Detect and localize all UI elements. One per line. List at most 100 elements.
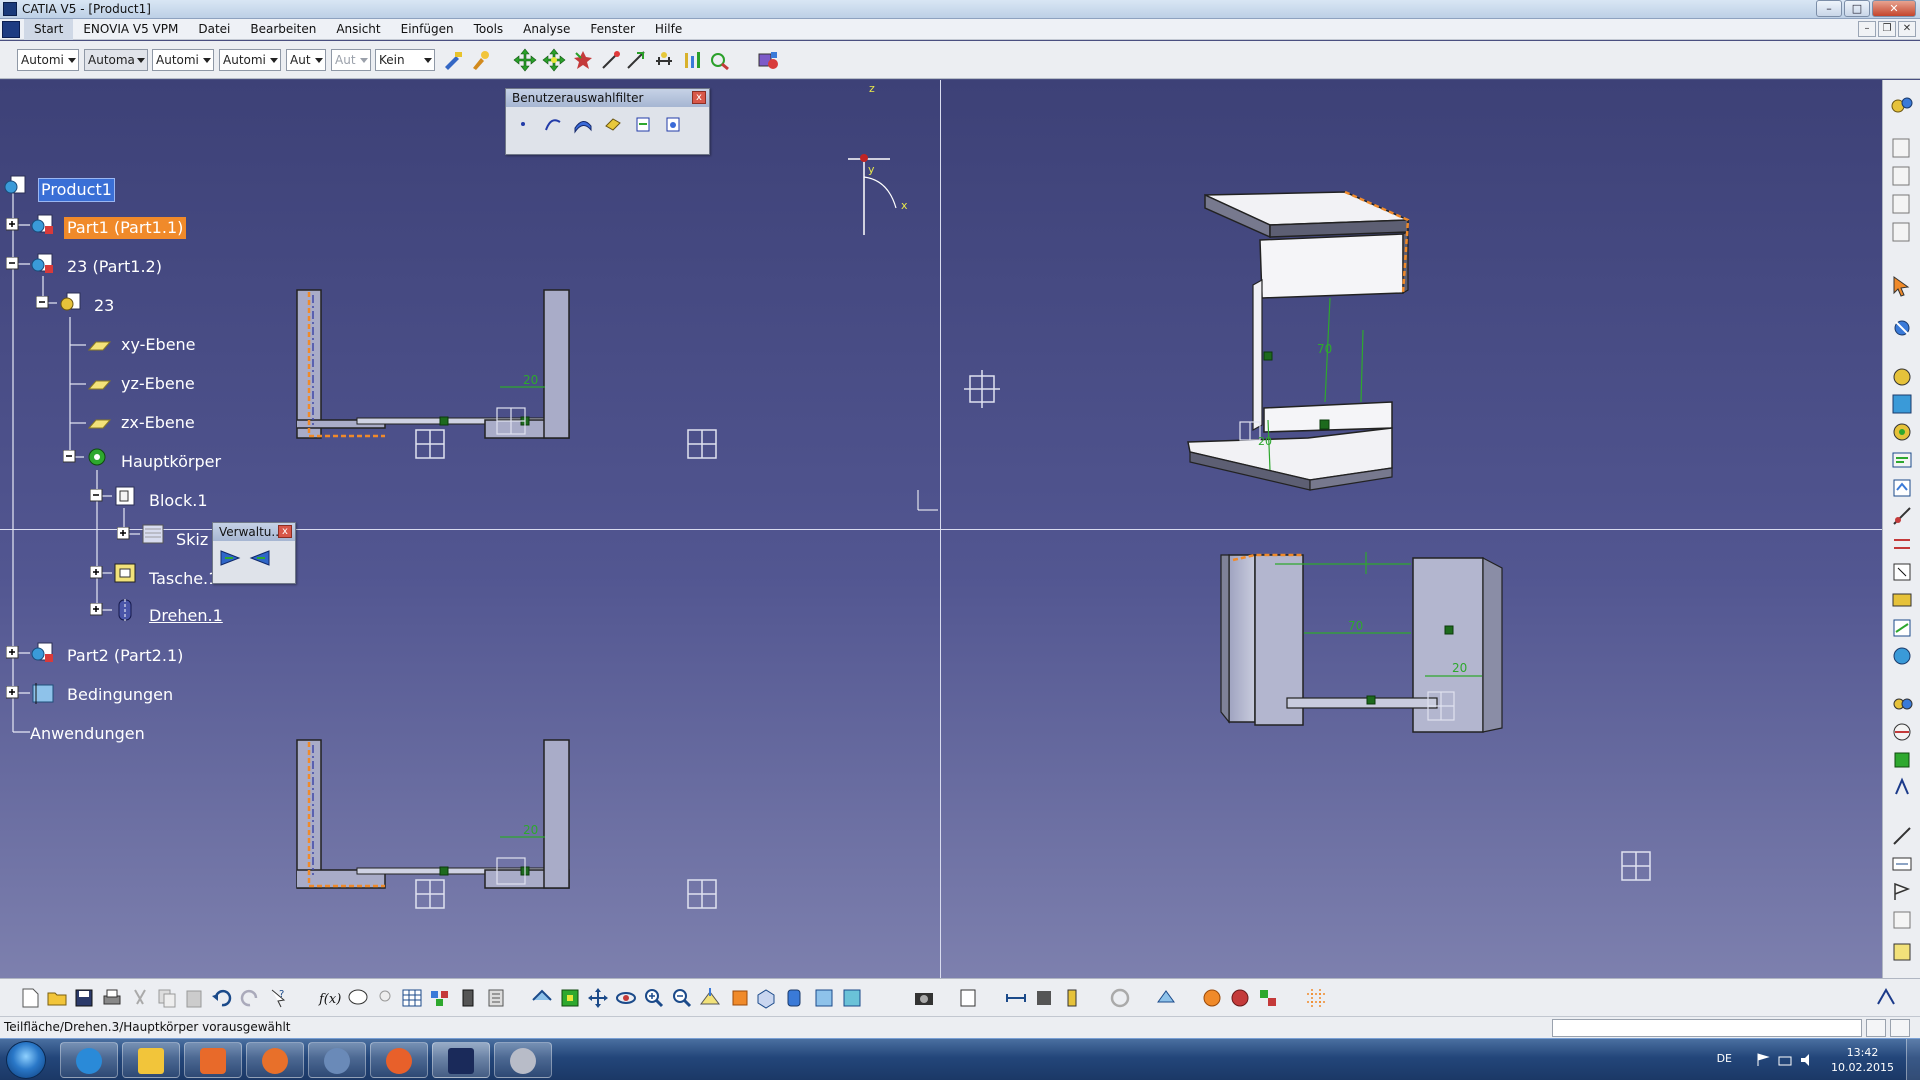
catia-menu-icon[interactable] <box>2 20 20 38</box>
taskbar-skype[interactable] <box>308 1042 366 1078</box>
menu-hilfe[interactable]: Hilfe <box>645 19 692 40</box>
tree-node-product1[interactable]: Product1 <box>38 178 115 202</box>
painter-icon[interactable] <box>441 48 465 72</box>
plane-icon[interactable] <box>86 332 112 358</box>
fix-constraint-icon[interactable] <box>1890 616 1914 640</box>
close-icon[interactable]: x <box>692 91 706 104</box>
select-cursor-icon[interactable] <box>1890 274 1914 298</box>
contact-constraint-icon[interactable] <box>1890 532 1914 556</box>
tree-node-yz-plane[interactable]: yz-Ebene <box>121 373 195 395</box>
dimension-20-right[interactable]: 20 <box>1452 661 1467 675</box>
iso-view-icon[interactable] <box>754 986 778 1010</box>
curve-filter-button[interactable] <box>540 111 566 137</box>
doc-restore-button[interactable]: ❐ <box>1878 21 1896 37</box>
clock[interactable]: 13:42 10.02.2015 <box>1831 1045 1894 1075</box>
assembly-constraints-icon[interactable] <box>1256 986 1280 1010</box>
publish-icon[interactable] <box>1890 476 1914 500</box>
plane-icon[interactable] <box>86 371 112 397</box>
fit-all-in-icon[interactable] <box>558 986 582 1010</box>
menu-einfuegen[interactable]: Einfügen <box>391 19 464 40</box>
constraint-link-icon[interactable] <box>1890 504 1914 528</box>
tree-node-applications[interactable]: Anwendungen <box>30 723 145 745</box>
doc-minimize-button[interactable]: – <box>1858 21 1876 37</box>
zoom-out-icon[interactable] <box>670 986 694 1010</box>
design-table-icon[interactable] <box>400 986 424 1010</box>
taskbar-ubuntu-app[interactable] <box>370 1042 428 1078</box>
dimension-70-right[interactable]: 70 <box>1348 619 1363 633</box>
capture-camera-icon[interactable] <box>912 986 936 1010</box>
swap-visible-space-icon[interactable] <box>840 986 864 1010</box>
expand-icon[interactable] <box>6 686 19 699</box>
text-annotation-icon[interactable] <box>1890 852 1914 876</box>
paste-icon[interactable] <box>182 986 206 1010</box>
management-toolbar[interactable]: Verwaltu... x <box>212 522 296 584</box>
part-design-icon[interactable] <box>456 986 480 1010</box>
product-icon[interactable] <box>3 173 29 199</box>
show-desktop-button[interactable] <box>1906 1039 1920 1080</box>
part-icon[interactable] <box>30 640 56 666</box>
3d-viewport[interactable]: 20 y x z 20 70 20 70 20 Product1 Part1 (… <box>0 80 1882 978</box>
collapse-icon[interactable] <box>36 296 49 309</box>
taskbar-firefox[interactable] <box>246 1042 304 1078</box>
cut-icon[interactable] <box>128 986 152 1010</box>
close-button[interactable]: ✕ <box>1872 0 1916 17</box>
multi-view-icon[interactable] <box>728 986 752 1010</box>
measure-between-icon[interactable] <box>624 48 648 72</box>
menu-tools[interactable]: Tools <box>464 19 514 40</box>
start-button[interactable] <box>6 1041 46 1079</box>
snap-icon[interactable] <box>542 48 566 72</box>
taskbar-file-explorer[interactable] <box>122 1042 180 1078</box>
pan-icon[interactable] <box>586 986 610 1010</box>
update-icon[interactable] <box>1108 986 1132 1010</box>
command-input[interactable] <box>1552 1019 1862 1037</box>
plane-icon[interactable] <box>86 410 112 436</box>
minimize-button[interactable]: – <box>1816 0 1842 17</box>
menu-ansicht[interactable]: Ansicht <box>326 19 390 40</box>
layer-combo[interactable]: Kein <box>375 49 435 71</box>
point-filter-button[interactable] <box>510 111 536 137</box>
measure-inertia-icon[interactable] <box>680 48 704 72</box>
brush-icon[interactable] <box>468 48 492 72</box>
sketch-icon[interactable] <box>140 521 166 547</box>
light-bulb-icon[interactable] <box>373 986 397 1010</box>
reuse-pattern-icon[interactable] <box>1890 692 1914 716</box>
expand-icon[interactable] <box>117 527 130 540</box>
comment-icon[interactable] <box>346 986 370 1010</box>
fix-together-icon[interactable] <box>1890 644 1914 668</box>
sectioning-icon[interactable] <box>1060 986 1084 1010</box>
collapse-icon[interactable] <box>90 489 103 502</box>
dimension-20-bottom[interactable]: 20 <box>523 823 538 837</box>
manage-right-button[interactable] <box>247 545 273 571</box>
tree-node-pocket[interactable]: Tasche.1 <box>149 568 218 590</box>
tree-node-sketch[interactable]: Skiz <box>176 529 208 551</box>
undo-icon[interactable] <box>210 986 234 1010</box>
menu-datei[interactable]: Datei <box>188 19 240 40</box>
menu-analyse[interactable]: Analyse <box>513 19 580 40</box>
replace-component-icon[interactable] <box>1890 316 1914 340</box>
tools-palette-icon[interactable] <box>484 986 508 1010</box>
grid-icon[interactable] <box>1304 986 1328 1010</box>
measure-item-icon[interactable] <box>652 48 676 72</box>
redo-icon[interactable] <box>238 986 262 1010</box>
flag-note-icon[interactable] <box>1890 880 1914 904</box>
new-document-icon[interactable] <box>18 986 42 1010</box>
menu-start[interactable]: Start <box>24 18 74 40</box>
save-icon[interactable] <box>72 986 96 1010</box>
angle-constraint-icon[interactable] <box>1890 588 1914 612</box>
management-toolbar-title[interactable]: Verwaltu... x <box>213 523 295 541</box>
surface-filter-button[interactable] <box>570 111 596 137</box>
fly-mode-icon[interactable] <box>530 986 554 1010</box>
part-icon[interactable] <box>30 251 56 277</box>
network-icon[interactable] <box>1778 1053 1792 1067</box>
command-run-button[interactable] <box>1890 1019 1910 1037</box>
tree-node-constraints[interactable]: Bedingungen <box>67 684 173 706</box>
insert-component-icon[interactable] <box>1890 136 1914 160</box>
catalog-icon[interactable] <box>756 48 780 72</box>
rendering-combo[interactable]: Aut <box>331 49 371 71</box>
whats-this-icon[interactable]: ? <box>266 986 290 1010</box>
side-view-part[interactable] <box>1220 552 1651 881</box>
insert-part-icon[interactable] <box>1890 192 1914 216</box>
user-selection-filter-toolbar[interactable]: Benutzerauswahlfilter x <box>505 88 710 155</box>
doc-close-button[interactable]: ✕ <box>1898 21 1916 37</box>
scene-icon[interactable] <box>1890 940 1914 964</box>
